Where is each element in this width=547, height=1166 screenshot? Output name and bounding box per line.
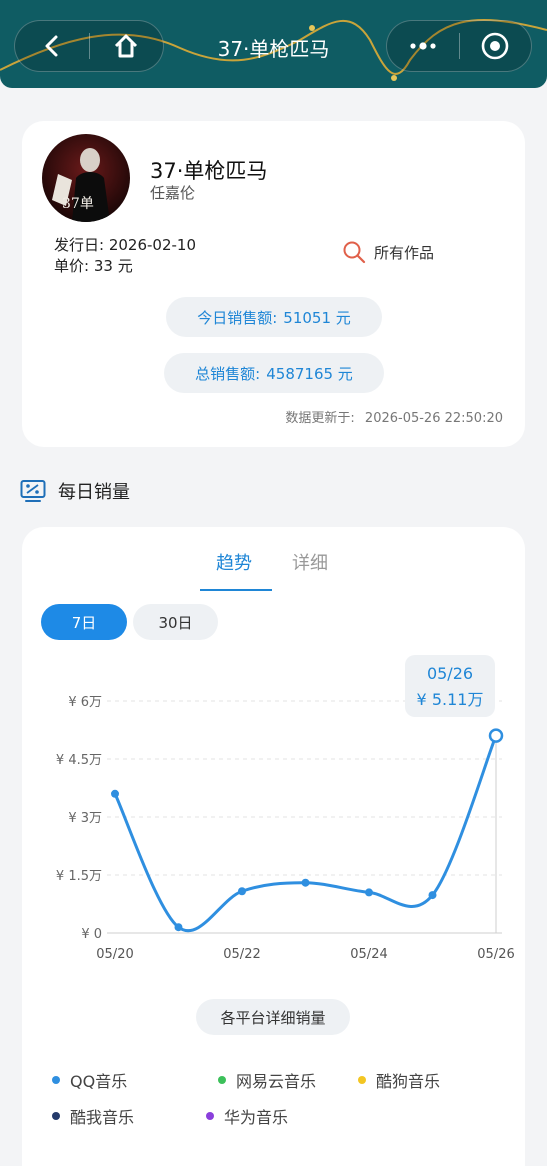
legend-item[interactable]: 华为音乐: [206, 1104, 288, 1128]
legend-label: QQ音乐: [70, 1072, 128, 1091]
tooltip-date: 05/26: [426, 664, 474, 683]
updated-label: 数据更新于:: [285, 411, 355, 426]
x-tick-label: 05/20: [96, 947, 133, 962]
top-nav-bar: 37·单枪匹马: [0, 0, 547, 88]
search-icon: [343, 241, 366, 264]
y-tick-label: ¥ 3万: [68, 811, 102, 826]
today-sales-value: 51051 元: [283, 308, 351, 327]
y-tick-label: ¥ 4.5万: [56, 753, 102, 768]
today-sales-badge: 今日销售额: 51051 元: [166, 297, 382, 337]
total-sales-label: 总销售额:: [195, 364, 261, 383]
all-works-label: 所有作品: [374, 243, 435, 262]
data-point: [238, 887, 246, 896]
data-point: [428, 891, 437, 900]
x-tick-label: 05/24: [350, 947, 387, 962]
legend-label: 酷我音乐: [70, 1108, 135, 1127]
legend-item[interactable]: 酷狗音乐: [358, 1068, 440, 1092]
artist-name: 任嘉伦: [150, 184, 196, 202]
unit-price-row: 单价: 33 元: [54, 255, 133, 276]
legend-item[interactable]: 网易云音乐: [218, 1068, 316, 1092]
release-date-value: 2026-02-10: [108, 236, 197, 254]
chart-tooltip: 05/26 ¥ 5.11万: [405, 655, 495, 717]
song-title: 37·单枪匹马: [150, 159, 268, 183]
legend-item[interactable]: QQ音乐: [52, 1068, 127, 1092]
sales-trend-chart[interactable]: ¥ 0 ¥ 1.5万 ¥ 3万 ¥ 4.5万 ¥ 6万 05/20 05/22 05/24 05…: [22, 527, 525, 987]
album-cover-image: 37单: [42, 134, 130, 222]
total-sales-badge: 总销售额: 4587165 元: [164, 353, 384, 393]
legend-color-dot: [52, 1112, 60, 1120]
y-tick-label: ¥ 0: [81, 927, 102, 942]
data-updated-time: 数据更新于: 2026-05-26 22:50:20: [285, 407, 503, 426]
data-point: [301, 878, 310, 887]
legend-label: 网易云音乐: [236, 1072, 317, 1091]
legend-color-dot: [52, 1076, 60, 1084]
daily-sales-card: 趋势 详细 7日 30日 ¥ 0 ¥ 1.5万 ¥ 3万 ¥ 4.5万 ¥ 6万 05/2…: [22, 527, 525, 1166]
x-tick-label: 05/22: [223, 947, 260, 962]
legend-label: 酷狗音乐: [376, 1072, 441, 1091]
legend-color-dot: [206, 1112, 214, 1120]
more-dots-icon: [410, 42, 436, 50]
sales-monitor-icon: [20, 480, 46, 502]
nav-right-pill: [386, 20, 532, 72]
platform-detail-button[interactable]: 各平台详细销量: [196, 999, 350, 1035]
svg-text:37单: 37单: [62, 196, 94, 212]
more-button[interactable]: [387, 20, 459, 72]
all-works-link[interactable]: 所有作品: [342, 240, 434, 264]
data-point: [365, 888, 373, 897]
data-point: [174, 923, 183, 932]
song-info-card: 37单 37·单枪匹马 任嘉伦 发行日: 2026-02-10 单价: 33 元…: [22, 121, 525, 447]
x-tick-label: 05/26: [477, 947, 514, 962]
unit-price-label: 单价:: [54, 257, 90, 275]
y-tick-label: ¥ 6万: [68, 695, 102, 710]
close-miniapp-button[interactable]: [460, 20, 532, 72]
section-title: 每日销量: [58, 482, 130, 503]
today-sales-label: 今日销售额:: [197, 308, 278, 327]
total-sales-value: 4587165 元: [266, 364, 353, 383]
legend-item[interactable]: 酷我音乐: [52, 1104, 134, 1128]
data-point: [111, 789, 119, 798]
tooltip-value: ¥ 5.11万: [416, 690, 484, 709]
updated-value: 2026-05-26 22:50:20: [364, 411, 503, 426]
legend-label: 华为音乐: [224, 1108, 289, 1127]
daily-sales-section-header: 每日销量: [20, 478, 130, 504]
release-date-row: 发行日: 2026-02-10: [54, 234, 196, 255]
unit-price-value: 33 元: [93, 257, 133, 275]
series-line: [113, 735, 498, 932]
target-icon: [481, 32, 509, 60]
album-cover[interactable]: 37单: [42, 134, 130, 222]
legend-color-dot: [218, 1076, 226, 1084]
y-tick-label: ¥ 1.5万: [56, 869, 102, 884]
release-date-label: 发行日:: [54, 236, 105, 254]
data-point-highlighted: [488, 728, 504, 743]
legend-color-dot: [358, 1076, 366, 1084]
